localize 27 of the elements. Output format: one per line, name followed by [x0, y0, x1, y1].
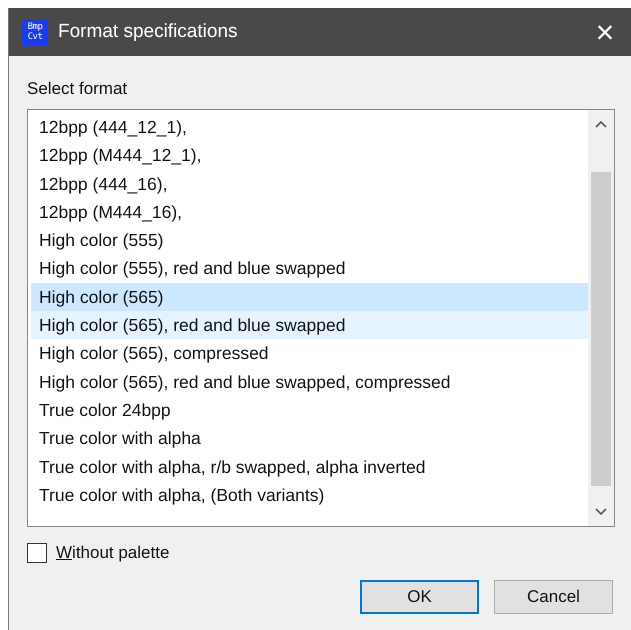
- list-item[interactable]: 12bpp (444_16),: [31, 170, 588, 198]
- list-item[interactable]: True color with alpha: [31, 424, 588, 453]
- format-list[interactable]: [27, 109, 615, 527]
- list-item[interactable]: High color (565), compressed: [31, 339, 588, 368]
- checkbox[interactable]: [27, 543, 47, 563]
- list-item[interactable]: True color 24bpp: [31, 396, 588, 424]
- window-title: Format specifications: [58, 21, 239, 43]
- scrollbar[interactable]: [588, 110, 614, 526]
- list-label: Select format: [27, 79, 128, 100]
- dialog-button[interactable]: Cancel: [494, 580, 613, 614]
- list-item[interactable]: True color with alpha, r/b swapped, alpha inverted: [31, 452, 588, 481]
- list-item[interactable]: 12bpp (M444_12_1),: [31, 141, 588, 170]
- list-item[interactable]: High color (565): [31, 282, 588, 312]
- list-item[interactable]: 12bpp (M444_16),: [31, 198, 588, 226]
- app-icon: Bmp Cvt: [22, 19, 48, 45]
- list-item[interactable]: 12bpp (444_12_1),: [31, 113, 588, 142]
- list-item[interactable]: High color (565), red and blue swapped, compressed: [31, 368, 588, 396]
- list-item[interactable]: High color (555), red and blue swapped: [31, 254, 588, 283]
- list-item[interactable]: High color (565), red and blue swapped: [31, 311, 588, 340]
- scroll-down-icon[interactable]: [595, 508, 607, 516]
- scroll-thumb[interactable]: [591, 172, 611, 486]
- scroll-up-icon[interactable]: [595, 120, 607, 128]
- dialog-button[interactable]: OK: [360, 580, 479, 614]
- list-item[interactable]: High color (555): [31, 226, 588, 254]
- close-button[interactable]: ×: [585, 16, 625, 48]
- list-item[interactable]: True color with alpha, (Both variants): [31, 480, 588, 510]
- checkbox-label[interactable]: Without palette: [56, 543, 170, 563]
